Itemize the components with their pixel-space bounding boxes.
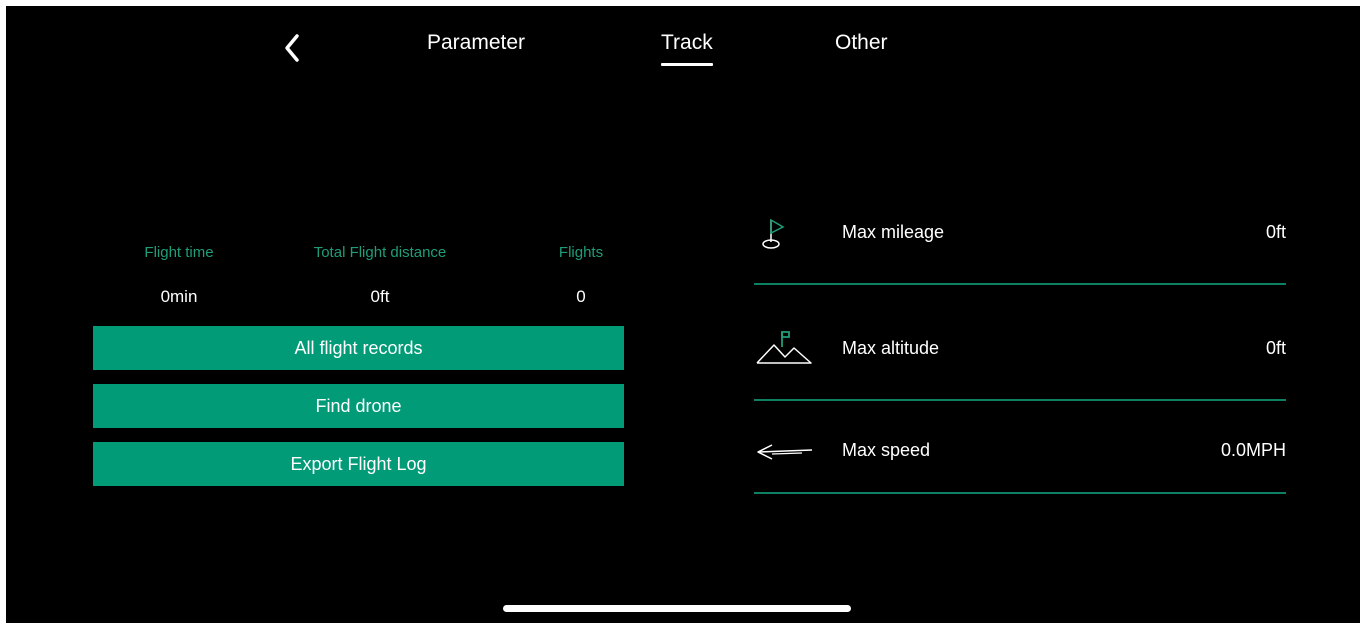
max-speed-label: Max speed [842,440,931,460]
arrow-speed-icon [757,444,813,460]
max-speed-value: 0.0MPH [1220,440,1286,460]
max-mileage-label: Max mileage [842,222,945,242]
find-drone-button[interactable]: Find drone [93,384,624,428]
max-mileage-value: 0ft [1265,222,1286,242]
tab-track[interactable]: Track [661,30,713,66]
divider [754,283,1286,285]
stat-value-flights: 0 [576,287,586,306]
stat-value-flight-time: 0min [160,287,198,306]
export-flight-log-button[interactable]: Export Flight Log [93,442,624,486]
stat-value-total-distance: 0ft [370,287,390,306]
chevron-left-icon [285,34,299,62]
max-altitude-value: 0ft [1265,338,1286,358]
max-altitude-label: Max altitude [842,338,940,358]
stat-label-total-distance: Total Flight distance [313,244,447,261]
track-screen: Parameter Track Other Flight time Total … [6,6,1360,623]
tab-parameter[interactable]: Parameter [427,30,525,60]
divider [754,399,1286,401]
flag-icon [762,218,785,249]
mountain-flag-icon [756,331,812,364]
divider [754,492,1286,494]
back-button[interactable] [274,28,310,68]
stat-label-flights: Flights [558,244,604,261]
stat-label-flight-time: Flight time [144,244,214,261]
tab-other[interactable]: Other [835,30,888,60]
all-flight-records-button[interactable]: All flight records [93,326,624,370]
home-indicator[interactable] [503,605,851,612]
